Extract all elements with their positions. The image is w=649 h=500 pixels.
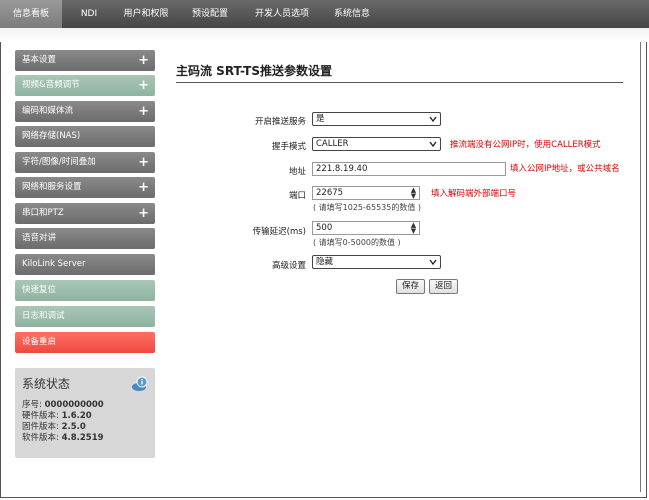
- title-divider: [176, 82, 623, 83]
- sidebar-item-intercom[interactable]: 语音对讲: [15, 228, 155, 249]
- content-right-border: [640, 42, 641, 492]
- tab-dashboard[interactable]: 信息看板: [0, 0, 62, 28]
- port-spinner[interactable]: ▲ ▼: [409, 187, 418, 200]
- sidebar-item-label: 编码和媒体流: [22, 106, 74, 116]
- latency-hint: ( 请填写0-5000的数值 ): [313, 238, 401, 247]
- sidebar-item-serial-ptz[interactable]: 串口和PTZ +: [15, 203, 155, 224]
- firmware-version-label: 固件版本:: [22, 422, 59, 432]
- latency-value: 500: [316, 223, 333, 233]
- address-note: 填入公网IP地址，或公共域名: [510, 164, 620, 174]
- sidebar-item-label: 视频&音频调节: [22, 80, 80, 90]
- serial-label: 序号:: [22, 400, 42, 410]
- expand-plus-icon[interactable]: +: [138, 203, 149, 224]
- hardware-version-row: 硬件版本: 1.6.20: [22, 411, 148, 422]
- tab-users-permissions[interactable]: 用户和权限: [116, 0, 176, 28]
- sidebar-item-label: 基本设置: [22, 55, 57, 65]
- firmware-version-row: 固件版本: 2.5.0: [22, 422, 148, 433]
- port-hint: ( 请填写1025-65535的数值 ): [313, 203, 422, 212]
- port-label: 端口: [288, 191, 306, 201]
- latency-label: 传输延迟(ms): [252, 227, 306, 237]
- sidebar-item-label: 快速复位: [22, 285, 57, 295]
- port-value: 22675: [316, 188, 344, 198]
- expand-plus-icon[interactable]: +: [138, 152, 149, 173]
- sidebar-item-label: 设备重启: [22, 337, 57, 347]
- sidebar-item-label: 网络和服务设置: [22, 182, 82, 192]
- tab-ndi[interactable]: NDI: [70, 0, 108, 28]
- sidebar-item-nas[interactable]: 网络存储(NAS): [15, 126, 155, 147]
- sidebar-item-label: 串口和PTZ: [22, 208, 64, 218]
- sidebar-item-quick-reset[interactable]: 快速复位: [15, 280, 155, 301]
- sidebar-item-label: KiloLink Server: [22, 259, 86, 269]
- enable-push-label: 开启推送服务: [254, 117, 306, 127]
- sidebar-item-basic-settings[interactable]: 基本设置 +: [15, 50, 155, 71]
- handshake-mode-value: CALLER: [316, 139, 349, 149]
- serial-value: 0000000000: [44, 400, 104, 410]
- sidebar-item-label: 日志和调试: [22, 311, 65, 321]
- sidebar-item-overlay[interactable]: 字符/图像/时间叠加 +: [15, 152, 155, 173]
- expand-plus-icon[interactable]: +: [138, 75, 149, 96]
- chevron-down-icon: [429, 259, 437, 266]
- advanced-settings-value: 隐藏: [316, 257, 334, 267]
- sidebar-item-label: 字符/图像/时间叠加: [22, 157, 96, 167]
- sidebar-item-label: 网络存储(NAS): [22, 131, 81, 141]
- software-version-label: 软件版本:: [22, 433, 59, 443]
- serial-number-row: 序号: 0000000000: [22, 400, 148, 411]
- back-button[interactable]: 返回: [429, 279, 458, 294]
- handshake-mode-select[interactable]: CALLER: [312, 137, 441, 151]
- nav-subbar: [0, 28, 649, 42]
- sidebar-item-encoding-streams[interactable]: 编码和媒体流 +: [15, 101, 155, 122]
- chevron-down-icon: [429, 141, 437, 148]
- page-title: 主码流 SRT-TS推送参数设置: [176, 64, 332, 78]
- handshake-mode-note: 推流端没有公网IP时，使用CALLER模式: [450, 140, 601, 150]
- chevron-down-icon: [429, 116, 437, 123]
- firmware-version-value: 2.5.0: [61, 422, 86, 432]
- sidebar-item-network-services[interactable]: 网络和服务设置 +: [15, 177, 155, 198]
- tab-developer-options[interactable]: 开发人员选项: [250, 0, 314, 28]
- address-input[interactable]: 221.8.19.40: [312, 162, 506, 176]
- address-value: 221.8.19.40: [316, 164, 368, 174]
- enable-push-select[interactable]: 是: [312, 112, 441, 126]
- sidebar-item-reboot[interactable]: 设备重启: [15, 332, 155, 353]
- sidebar-item-logs-debug[interactable]: 日志和调试: [15, 306, 155, 327]
- tab-system-info[interactable]: 系统信息: [328, 0, 376, 28]
- system-status-panel: 系统状态 序号: 0000000000 硬件版本: 1.6.20 固件版本: 2…: [15, 368, 155, 458]
- latency-spinner[interactable]: ▲ ▼: [409, 222, 418, 235]
- system-status-title: 系统状态: [22, 377, 71, 391]
- tab-presets[interactable]: 预设配置: [186, 0, 234, 28]
- sidebar-item-video-audio[interactable]: 视频&音频调节 +: [15, 75, 155, 96]
- enable-push-value: 是: [316, 114, 325, 124]
- port-note: 填入解码端外部端口号: [431, 189, 517, 199]
- advanced-settings-label: 高级设置: [271, 261, 306, 271]
- latency-input[interactable]: 500 ▲ ▼: [312, 221, 420, 235]
- hardware-version-label: 硬件版本:: [22, 411, 59, 421]
- top-nav: 信息看板 NDI 用户和权限 预设配置 开发人员选项 系统信息: [0, 0, 649, 28]
- sidebar-item-label: 语音对讲: [22, 233, 57, 243]
- expand-plus-icon[interactable]: +: [138, 50, 149, 71]
- save-button[interactable]: 保存: [396, 279, 425, 294]
- port-input[interactable]: 22675 ▲ ▼: [312, 186, 420, 200]
- handshake-mode-label: 握手模式: [271, 142, 306, 152]
- expand-plus-icon[interactable]: +: [138, 177, 149, 198]
- info-icon: [132, 376, 148, 391]
- software-version-value: 4.8.2519: [61, 433, 104, 443]
- hardware-version-value: 1.6.20: [61, 411, 92, 421]
- expand-plus-icon[interactable]: +: [138, 101, 149, 122]
- software-version-row: 软件版本: 4.8.2519: [22, 433, 148, 444]
- sidebar-item-kilolink-server[interactable]: KiloLink Server: [15, 254, 155, 275]
- address-label: 地址: [288, 167, 306, 177]
- advanced-settings-select[interactable]: 隐藏: [312, 255, 441, 269]
